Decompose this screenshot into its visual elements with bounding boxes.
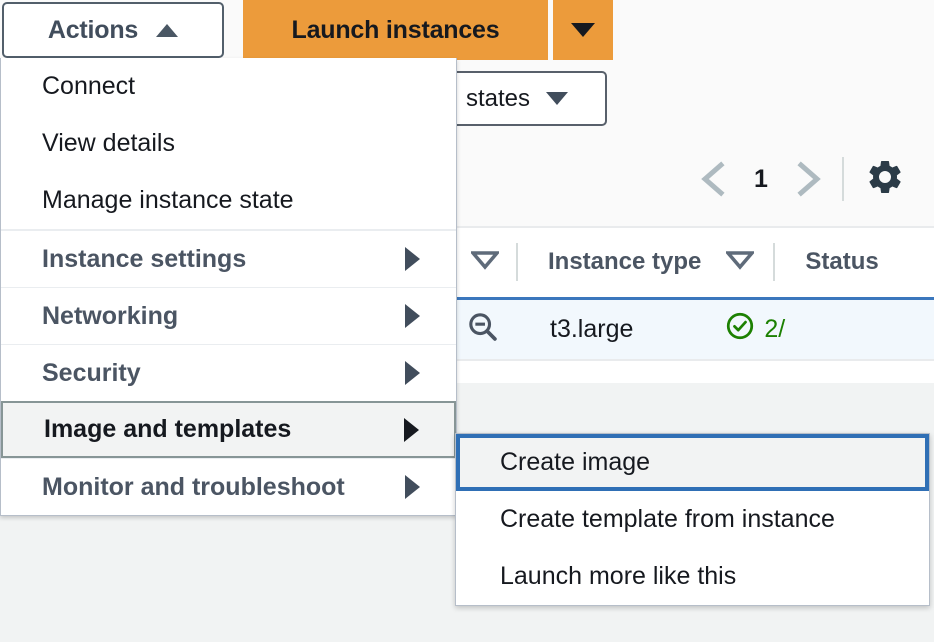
table-preferences-button[interactable] — [862, 156, 908, 202]
pagination-page-1[interactable]: 1 — [738, 165, 784, 194]
triangle-down-icon — [571, 23, 595, 37]
menu-item-label: View details — [42, 129, 175, 157]
submenu-item-launch-more-like-this[interactable]: Launch more like this — [456, 548, 929, 605]
table-row-bottom-border — [452, 359, 934, 361]
arrow-right-icon — [405, 475, 420, 499]
menu-item-monitor-and-troubleshoot[interactable]: Monitor and troubleshoot — [1, 458, 456, 515]
arrow-right-icon — [405, 361, 420, 385]
menu-item-view-details[interactable]: View details — [1, 115, 456, 172]
actions-button[interactable]: Actions — [2, 2, 224, 58]
column-sort-button-instance-type[interactable] — [723, 250, 757, 275]
row-expand-button[interactable] — [466, 310, 500, 349]
menu-item-label: Image and templates — [44, 415, 292, 443]
pagination-divider — [842, 157, 844, 201]
launch-instances-dropdown-button[interactable] — [553, 0, 613, 60]
menu-item-label: Instance settings — [42, 244, 247, 273]
console-screen: 1 Instance type Status t3.large 2/ state… — [0, 0, 934, 642]
menu-item-label: Monitor and troubleshoot — [42, 472, 345, 501]
launch-instances-label: Launch instances — [291, 15, 500, 44]
menu-item-manage-instance-state[interactable]: Manage instance state — [1, 172, 456, 229]
cell-instance-type: t3.large — [550, 315, 634, 343]
launch-instances-button[interactable]: Launch instances — [243, 0, 548, 60]
table-row[interactable]: t3.large 2/ — [452, 297, 934, 359]
menu-item-security[interactable]: Security — [1, 344, 456, 401]
submenu-item-create-image[interactable]: Create image — [456, 434, 929, 491]
menu-item-networking[interactable]: Networking — [1, 287, 456, 344]
submenu-item-label: Create image — [500, 448, 651, 476]
chevron-right-icon — [793, 159, 823, 199]
menu-item-label: Manage instance state — [42, 186, 294, 214]
pagination: 1 — [690, 148, 908, 210]
chevron-left-icon — [699, 159, 729, 199]
chevron-down-icon — [546, 92, 569, 105]
submenu-item-create-template-from-instance[interactable]: Create template from instance — [456, 491, 929, 548]
pagination-next-button[interactable] — [784, 155, 832, 203]
image-and-templates-submenu: Create image Create template from instan… — [455, 433, 930, 606]
cell-status: 2/ — [725, 311, 785, 348]
arrow-right-icon — [404, 417, 419, 442]
header-divider-2 — [773, 243, 776, 281]
zoom-out-icon — [466, 310, 500, 349]
arrow-right-icon — [405, 247, 420, 271]
submenu-item-label: Launch more like this — [500, 562, 737, 590]
submenu-item-label: Create template from instance — [500, 505, 835, 533]
menu-item-connect[interactable]: Connect — [1, 58, 456, 115]
pagination-prev-button[interactable] — [690, 155, 738, 203]
arrow-right-icon — [405, 304, 420, 328]
menu-item-label: Security — [42, 358, 141, 387]
instance-state-filter-dropdown[interactable]: states — [452, 71, 607, 126]
actions-button-label: Actions — [47, 15, 139, 44]
sort-caret-icon — [724, 250, 757, 275]
column-header-instance-type[interactable]: Instance type — [548, 248, 701, 276]
table-header-row: Instance type Status — [452, 226, 934, 296]
menu-item-instance-settings[interactable]: Instance settings — [1, 230, 456, 287]
status-text: 2/ — [764, 315, 786, 343]
menu-item-label: Connect — [42, 72, 136, 100]
triangle-up-icon — [156, 23, 179, 37]
instance-state-filter-label: states — [466, 84, 531, 112]
status-check-icon — [725, 311, 755, 348]
menu-item-label: Networking — [42, 301, 179, 330]
gear-icon — [865, 157, 905, 202]
actions-dropdown-menu: Connect View details Manage instance sta… — [0, 58, 457, 516]
sort-caret-icon — [469, 250, 501, 275]
column-header-status[interactable]: Status — [805, 248, 878, 276]
menu-item-image-and-templates[interactable]: Image and templates — [1, 401, 456, 458]
column-sort-button-leading[interactable] — [468, 250, 502, 275]
header-divider-1 — [516, 243, 518, 281]
